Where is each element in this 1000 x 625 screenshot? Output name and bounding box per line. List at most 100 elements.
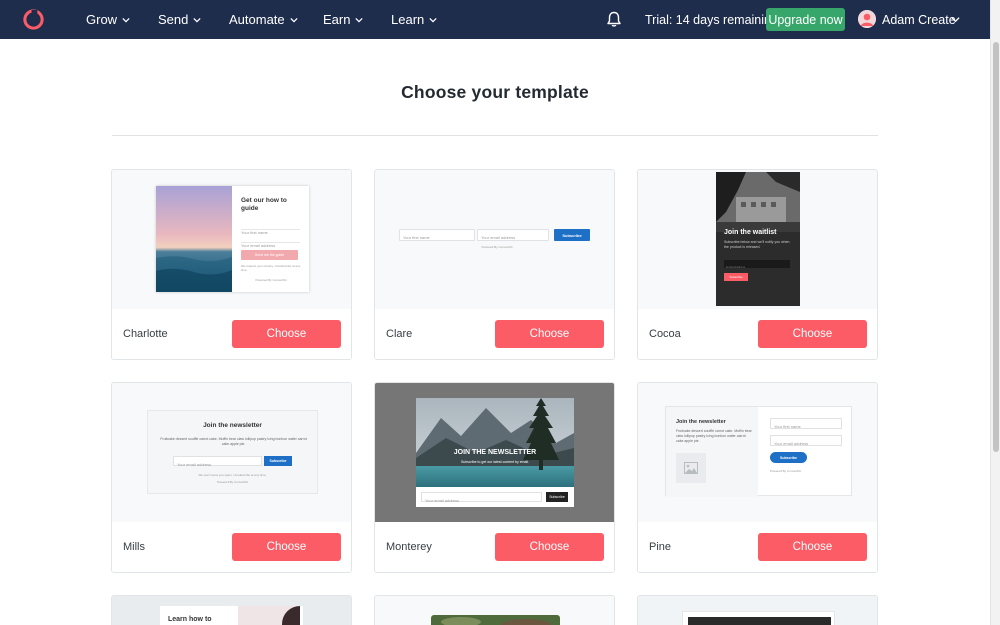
preview-image-shape <box>282 606 300 625</box>
card-footer: Charlotte Choose <box>112 309 351 359</box>
page-title: Choose your template <box>401 82 589 102</box>
nav-automate[interactable]: Automate <box>229 0 298 39</box>
choose-button[interactable]: Choose <box>495 533 604 561</box>
preview-image-shape <box>441 617 481 625</box>
preview-form: Join the newsletter Fruitcake dessert so… <box>147 410 318 494</box>
template-card-cocoa: Join the waitlist Subscribe below and we… <box>637 169 878 360</box>
upgrade-now-button[interactable]: Upgrade now <box>766 8 845 31</box>
preview-body: Fruitcake dessert soufflé carrot cake. M… <box>160 437 307 446</box>
preview-button: Subscribe <box>724 273 748 281</box>
card-footer: Mills Choose <box>112 522 351 572</box>
preview-heading: JOIN THE NEWSLETTER <box>453 449 537 456</box>
template-preview[interactable] <box>375 596 614 625</box>
choose-button[interactable]: Choose <box>758 533 867 561</box>
preview-placeholder: Your email address <box>774 441 809 446</box>
nav-label: Learn <box>391 12 425 27</box>
preview-input: Your first name <box>770 418 842 429</box>
page-scrollbar[interactable] <box>990 0 1000 625</box>
preview-powered: Powered By ConvertKit <box>216 480 248 484</box>
preview-image <box>238 606 300 625</box>
template-card-mills: Join the newsletter Fruitcake dessert so… <box>111 382 352 573</box>
preview-input: Your email address <box>173 456 262 467</box>
building-image <box>716 172 800 232</box>
choose-button[interactable]: Choose <box>758 320 867 348</box>
preview-form-bar: Your email address Subscribe <box>416 487 574 507</box>
preview-heading: Join the waitlist <box>724 229 777 236</box>
preview-input: Your first name <box>241 221 300 235</box>
card-footer: Clare Choose <box>375 309 614 359</box>
preview-body: Subscribe to get our latest content by e… <box>460 460 530 464</box>
template-preview[interactable]: Join the newsletter Fruitcake dessert so… <box>112 383 351 522</box>
preview-form <box>682 611 835 625</box>
preview-heading: Join the newsletter <box>203 422 262 429</box>
preview-input: Email Address <box>724 260 790 269</box>
preview-heading: Join the newsletter <box>676 419 726 425</box>
preview-note: We respect your privacy. Unsubscribe at … <box>241 264 301 272</box>
chevron-down-icon[interactable] <box>951 15 960 24</box>
preview-input: Your email address <box>770 435 842 446</box>
template-preview[interactable]: Get our how to guide Your first name You… <box>112 170 351 309</box>
template-card-charlotte: Get our how to guide Your first name You… <box>111 169 352 360</box>
chevron-down-icon <box>122 17 130 22</box>
image-icon <box>684 462 698 474</box>
title-divider <box>112 135 878 136</box>
top-navigation: Grow Send Automate Earn Learn Trial: 14 … <box>0 0 990 39</box>
template-name: Pine <box>649 541 672 553</box>
preview-powered: Powered By ConvertKit <box>255 278 287 282</box>
preview-image <box>431 615 560 625</box>
preview-body: Subscribe below and we'll notify you whe… <box>724 240 790 249</box>
preview-form: Learn how to <box>160 606 303 625</box>
nav-learn[interactable]: Learn <box>391 0 437 39</box>
template-preview[interactable] <box>638 596 877 625</box>
scrollbar-thumb[interactable] <box>993 42 999 452</box>
template-card-pine: Join the newsletter Fruitcake dessert so… <box>637 382 878 573</box>
preview-image-shape <box>501 619 551 625</box>
preview-button: Subscribe <box>770 452 807 463</box>
preview-placeholder: Your first name <box>403 235 430 240</box>
choose-button[interactable]: Choose <box>232 533 341 561</box>
preview-button: Subscribe <box>546 492 568 502</box>
template-name: Mills <box>123 541 145 553</box>
template-preview[interactable]: Your first name Your email address Subsc… <box>375 170 614 309</box>
template-name: Charlotte <box>123 328 168 340</box>
preview-form: Join the newsletter Fruitcake dessert so… <box>665 406 852 497</box>
template-preview[interactable]: Join the newsletter Fruitcake dessert so… <box>638 383 877 522</box>
nav-send[interactable]: Send <box>158 0 201 39</box>
chevron-down-icon <box>193 17 201 22</box>
avatar[interactable] <box>858 10 876 28</box>
nav-earn[interactable]: Earn <box>323 0 364 39</box>
nav-grow[interactable]: Grow <box>86 0 130 39</box>
convertkit-logo-icon[interactable] <box>22 8 45 31</box>
template-name: Clare <box>386 328 413 340</box>
preview-input: Your email address <box>477 229 549 241</box>
preview-note: We won't send you spam. Unsubscribe at a… <box>198 473 267 477</box>
template-preview[interactable]: Learn how to <box>112 596 351 625</box>
preview-heading: Get our how to guide <box>241 197 287 212</box>
template-preview[interactable]: Join the waitlist Subscribe below and we… <box>638 170 877 309</box>
template-card-partial <box>374 595 615 625</box>
mountain-lake-image <box>416 398 574 494</box>
preview-placeholder: Your email address <box>481 235 516 240</box>
template-name: Cocoa <box>649 328 681 340</box>
user-name[interactable]: Adam Create <box>882 0 956 39</box>
image-placeholder-icon <box>676 453 706 483</box>
preview-button: Subscribe <box>554 229 590 241</box>
nav-label: Send <box>158 12 189 27</box>
template-card-partial <box>637 595 878 625</box>
bell-icon[interactable] <box>606 11 622 28</box>
choose-button[interactable]: Choose <box>232 320 341 348</box>
chevron-down-icon <box>290 17 298 22</box>
card-footer: Monterey Choose <box>375 522 614 572</box>
preview-button: Send me the guide <box>241 250 298 260</box>
preview-placeholder: Your email address <box>425 498 460 503</box>
preview-heading: Learn how to <box>168 616 212 623</box>
ocean-sunset-image <box>156 186 232 292</box>
preview-input: Your email address <box>241 234 300 248</box>
preview-powered: Powered By ConvertKit <box>481 245 513 249</box>
preview-input: Your first name <box>399 229 475 241</box>
nav-label: Grow <box>86 12 118 27</box>
template-preview[interactable]: JOIN THE NEWSLETTER Subscribe to get our… <box>375 383 614 522</box>
template-card-partial: Learn how to <box>111 595 352 625</box>
choose-button[interactable]: Choose <box>495 320 604 348</box>
template-card-clare: Your first name Your email address Subsc… <box>374 169 615 360</box>
